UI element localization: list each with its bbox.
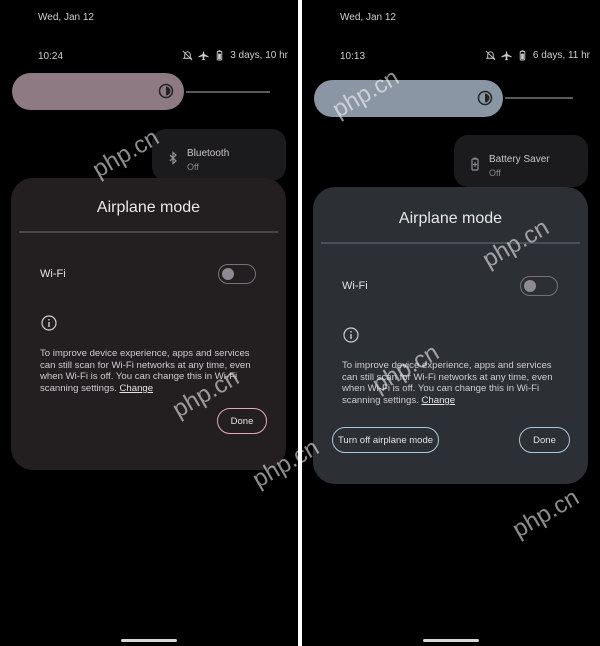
status-bar: 6 days, 11 hr [485,50,590,61]
date-label: Wed, Jan 12 [340,12,396,23]
dialog-divider [19,231,278,233]
mute-icon [485,50,496,61]
battery-saver-icon [471,157,479,171]
brightness-track [186,91,270,93]
dialog-title: Airplane mode [96,199,201,216]
bluetooth-icon [169,151,177,165]
tile-state: Off [187,162,199,172]
airplane-icon [198,50,209,61]
brightness-slider[interactable] [12,73,184,110]
battery-icon [519,50,526,61]
airplane-mode-dialog: Airplane mode Wi-Fi To improve device ex… [11,178,286,470]
tile-name: Battery Saver [489,154,550,165]
wifi-label: Wi-Fi [40,268,66,280]
wifi-label: Wi-Fi [342,280,368,292]
turn-off-airplane-mode-button[interactable]: Turn off airplane mode [332,427,439,453]
brightness-icon [158,83,174,99]
clock-time: 10:13 [340,51,366,62]
home-indicator[interactable] [121,639,177,642]
info-icon [343,327,359,343]
toggle-knob [222,268,234,280]
brightness-track [505,97,573,99]
tile-state: Off [489,168,501,178]
done-button[interactable]: Done [519,427,570,453]
brightness-icon [477,90,493,106]
tile-name: Bluetooth [187,148,230,159]
info-icon [41,315,57,331]
wifi-toggle[interactable] [520,276,558,296]
battery-icon [216,50,223,61]
battery-remaining: 6 days, 11 hr [532,50,590,61]
wifi-toggle[interactable] [218,264,256,284]
battery-remaining: 3 days, 10 hr [230,50,288,61]
done-button[interactable]: Done [217,408,267,434]
date-label: Wed, Jan 12 [38,12,94,23]
mute-icon [182,50,193,61]
change-link[interactable]: Change [421,395,455,406]
airplane-icon [501,50,512,61]
toggle-knob [524,280,536,292]
battery-saver-tile[interactable]: Battery Saver Off [454,135,588,187]
status-bar: 3 days, 10 hr [182,50,288,61]
clock-time: 10:24 [38,51,64,62]
bluetooth-tile[interactable]: Bluetooth Off [152,129,286,181]
left-phone-screen: Wed, Jan 12 10:24 3 days, 10 hr Bluetoot… [0,0,298,646]
home-indicator[interactable] [423,639,479,642]
change-link[interactable]: Change [119,383,153,394]
